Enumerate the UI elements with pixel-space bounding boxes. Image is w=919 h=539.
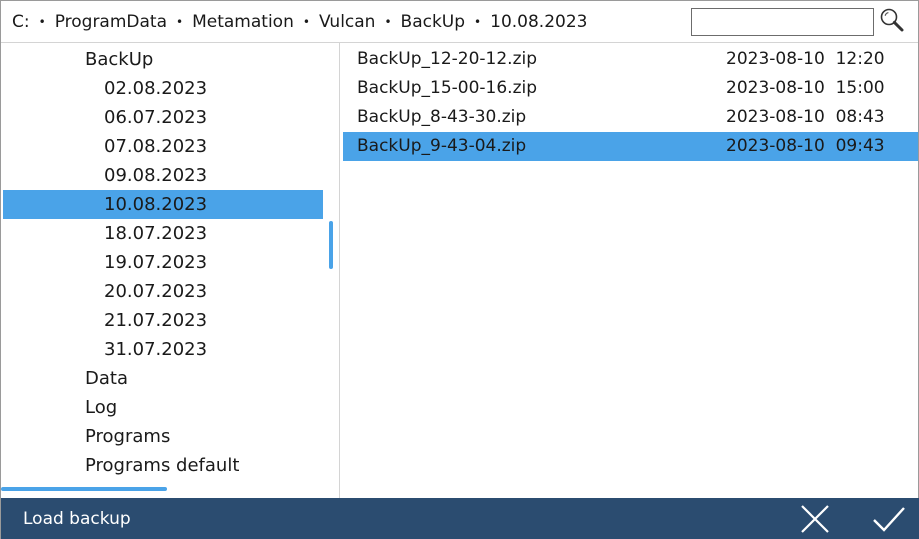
folder-tree[interactable]: BackUp 02.08.2023 06.07.2023 07.08.2023 09.0… bbox=[1, 43, 340, 498]
breadcrumb-separator: • bbox=[474, 14, 482, 29]
tree-item-label: Data bbox=[85, 368, 128, 389]
cancel-button[interactable] bbox=[797, 503, 833, 535]
breadcrumb-item-backup[interactable]: BackUp bbox=[401, 12, 466, 32]
header: C: • ProgramData • Metamation • Vulcan •… bbox=[1, 1, 918, 43]
tree-item-label: 20.07.2023 bbox=[104, 281, 208, 302]
tree-item-label: BackUp bbox=[85, 49, 154, 70]
check-icon bbox=[873, 507, 905, 532]
horizontal-scrollbar[interactable] bbox=[1, 487, 167, 491]
breadcrumb-item-programdata[interactable]: ProgramData bbox=[55, 12, 167, 32]
file-name: BackUp_9-43-04.zip bbox=[357, 136, 527, 156]
tree-item[interactable]: Programs default bbox=[3, 451, 323, 480]
file-date: 2023-08-10 15:00 bbox=[726, 78, 885, 98]
tree-item-label: Log bbox=[85, 397, 118, 418]
tree-item[interactable]: 09.08.2023 bbox=[3, 161, 323, 190]
tree-item-label: 18.07.2023 bbox=[104, 223, 208, 244]
tree-item-label: 31.07.2023 bbox=[104, 339, 208, 360]
breadcrumb-separator: • bbox=[384, 14, 392, 29]
tree-item-label: 06.07.2023 bbox=[104, 107, 208, 128]
tree-item[interactable]: 02.08.2023 bbox=[3, 74, 323, 103]
file-row[interactable]: BackUp_12-20-12.zip 2023-08-10 12:20 bbox=[343, 45, 918, 74]
file-row[interactable]: BackUp_8-43-30.zip 2023-08-10 08:43 bbox=[343, 103, 918, 132]
tree-item-label: 07.08.2023 bbox=[104, 136, 208, 157]
tree-item[interactable]: 20.07.2023 bbox=[3, 277, 323, 306]
tree-item-label: 19.07.2023 bbox=[104, 252, 208, 273]
breadcrumb-item-current[interactable]: 10.08.2023 bbox=[490, 12, 587, 32]
breadcrumb-item-drive[interactable]: C: bbox=[12, 12, 30, 32]
file-date: 2023-08-10 12:20 bbox=[726, 49, 885, 69]
confirm-button[interactable] bbox=[869, 503, 909, 535]
file-row-selected[interactable]: BackUp_9-43-04.zip 2023-08-10 09:43 bbox=[343, 132, 918, 161]
breadcrumb-item-vulcan[interactable]: Vulcan bbox=[319, 12, 376, 32]
tree-item[interactable]: Log bbox=[3, 393, 323, 422]
file-list: BackUp_12-20-12.zip 2023-08-10 12:20 BackU… bbox=[341, 43, 918, 498]
file-name: BackUp_12-20-12.zip bbox=[357, 49, 538, 69]
tree-item[interactable]: BackUp bbox=[3, 45, 323, 74]
search-input[interactable] bbox=[691, 8, 874, 36]
tree-item-label: 21.07.2023 bbox=[104, 310, 208, 331]
tree-item-label: Programs default bbox=[85, 455, 240, 476]
dialog-title: Load backup bbox=[23, 509, 131, 529]
vertical-scrollbar[interactable] bbox=[329, 221, 333, 269]
tree-item[interactable]: 18.07.2023 bbox=[3, 219, 323, 248]
breadcrumb-item-metamation[interactable]: Metamation bbox=[192, 12, 294, 32]
load-backup-dialog: C: • ProgramData • Metamation • Vulcan •… bbox=[0, 0, 919, 539]
file-name: BackUp_15-00-16.zip bbox=[357, 78, 538, 98]
tree-item[interactable]: 19.07.2023 bbox=[3, 248, 323, 277]
tree-item[interactable]: 31.07.2023 bbox=[3, 335, 323, 364]
tree-item-label: Programs bbox=[85, 426, 171, 447]
breadcrumb: C: • ProgramData • Metamation • Vulcan •… bbox=[12, 1, 587, 42]
tree-item[interactable]: 07.08.2023 bbox=[3, 132, 323, 161]
tree-item-label: 02.08.2023 bbox=[104, 78, 208, 99]
search-button[interactable] bbox=[879, 7, 905, 33]
dialog-footer: Load backup bbox=[1, 498, 919, 539]
file-date: 2023-08-10 09:43 bbox=[726, 136, 885, 156]
file-date: 2023-08-10 08:43 bbox=[726, 107, 885, 127]
breadcrumb-separator: • bbox=[302, 14, 310, 29]
tree-item[interactable]: 21.07.2023 bbox=[3, 306, 323, 335]
tree-item-selected[interactable]: 10.08.2023 bbox=[3, 190, 323, 219]
tree-item[interactable]: Programs bbox=[3, 422, 323, 451]
file-name: BackUp_8-43-30.zip bbox=[357, 107, 527, 127]
close-icon bbox=[801, 505, 829, 533]
breadcrumb-separator: • bbox=[176, 14, 184, 29]
breadcrumb-separator: • bbox=[38, 14, 46, 29]
search-icon bbox=[880, 8, 904, 32]
file-row[interactable]: BackUp_15-00-16.zip 2023-08-10 15:00 bbox=[343, 74, 918, 103]
tree-item[interactable]: 06.07.2023 bbox=[3, 103, 323, 132]
tree-item-label: 10.08.2023 bbox=[104, 194, 208, 215]
tree-item[interactable]: Data bbox=[3, 364, 323, 393]
tree-item-label: 09.08.2023 bbox=[104, 165, 208, 186]
